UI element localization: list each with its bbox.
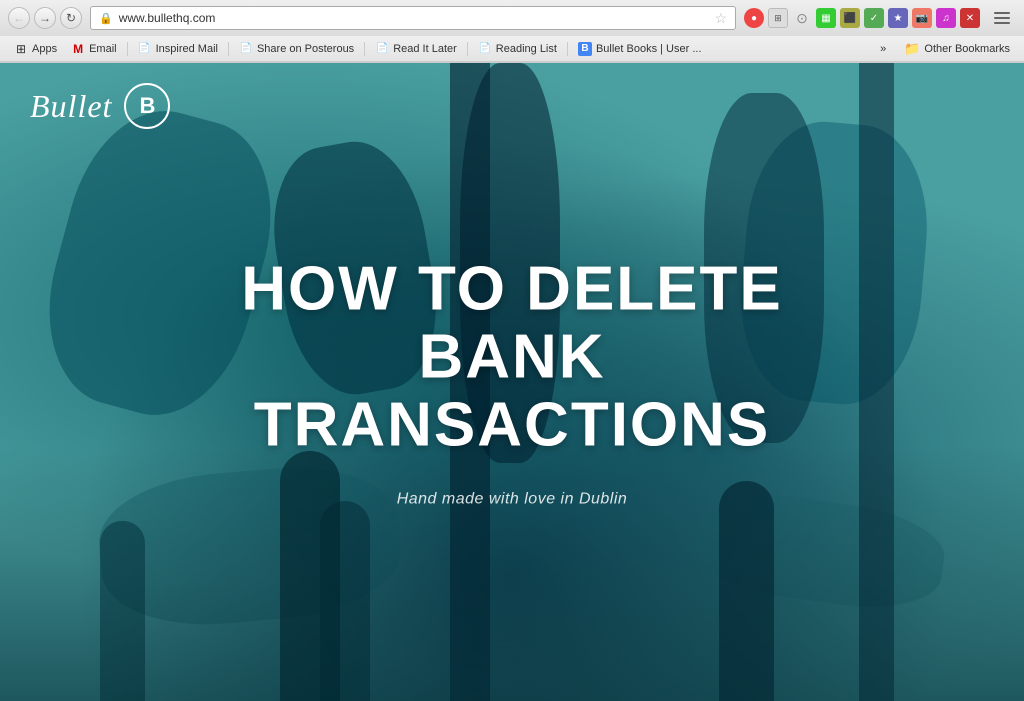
- hero-subtitle: Hand made with love in Dublin: [162, 490, 862, 508]
- divider-5: [567, 42, 568, 56]
- ext-icon-1[interactable]: ●: [744, 8, 764, 28]
- refresh-button[interactable]: ↻: [60, 7, 82, 29]
- back-button[interactable]: ←: [8, 7, 30, 29]
- hero-title: HOW TO DELETE BANK TRANSACTIONS: [162, 256, 862, 461]
- bookmarks-bar: ⊞ Apps M Email 📄 Inspired Mail 📄 Share o…: [0, 36, 1024, 62]
- ext-icon-9[interactable]: ♫: [936, 8, 956, 28]
- chrome-menu-button[interactable]: [988, 4, 1016, 32]
- bookmark-inspired-mail[interactable]: 📄 Inspired Mail: [132, 40, 224, 58]
- ext-icon-3[interactable]: ⊙: [792, 8, 812, 28]
- logo-area: Bullet B: [30, 83, 170, 129]
- gmail-icon: M: [71, 42, 85, 56]
- divider-4: [467, 42, 468, 56]
- bookmark-apps-label: Apps: [32, 43, 57, 55]
- divider-2: [228, 42, 229, 56]
- browser-top-bar: ← → ↻ 🔒 www.bullethq.com ☆ ● ⊞ ⊙ ▦ ⬛ ✓ ★…: [0, 0, 1024, 36]
- bookmark-other[interactable]: 📁 Other Bookmarks: [898, 39, 1016, 59]
- bookmark-email[interactable]: M Email: [65, 40, 123, 58]
- bookmark-star[interactable]: ☆: [714, 10, 727, 27]
- bookmark-apps[interactable]: ⊞ Apps: [8, 40, 63, 58]
- hero-content: HOW TO DELETE BANK TRANSACTIONS Hand mad…: [162, 256, 862, 509]
- page-icon-4: 📄: [478, 42, 492, 56]
- other-bookmarks-label: Other Bookmarks: [924, 43, 1010, 55]
- logo-letter: B: [139, 93, 155, 119]
- apps-icon: ⊞: [14, 42, 28, 56]
- ext-icon-5[interactable]: ⬛: [840, 8, 860, 28]
- browser-chrome: ← → ↻ 🔒 www.bullethq.com ☆ ● ⊞ ⊙ ▦ ⬛ ✓ ★…: [0, 0, 1024, 63]
- url-display: www.bullethq.com: [119, 11, 709, 25]
- bookmark-reading-list-label: Reading List: [496, 43, 557, 55]
- forward-button[interactable]: →: [34, 7, 56, 29]
- logo-circle: B: [124, 83, 170, 129]
- ext-icon-10[interactable]: ✕: [960, 8, 980, 28]
- bookmarks-more-button[interactable]: »: [876, 41, 890, 57]
- ext-icon-6[interactable]: ✓: [864, 8, 884, 28]
- bookmark-email-label: Email: [89, 43, 117, 55]
- bookmark-inspired-mail-label: Inspired Mail: [156, 43, 218, 55]
- page-icon-2: 📄: [239, 42, 253, 56]
- website-content: Bullet B HOW TO DELETE BANK TRANSACTIONS…: [0, 63, 1024, 701]
- bookmark-posterous-label: Share on Posterous: [257, 43, 354, 55]
- bookmark-bullet-books[interactable]: B Bullet Books | User ...: [572, 40, 708, 58]
- bookmark-read-later[interactable]: 📄 Read It Later: [369, 40, 463, 58]
- page-icon-1: 📄: [138, 42, 152, 56]
- page-icon-3: 📄: [375, 42, 389, 56]
- ext-icon-2[interactable]: ⊞: [768, 8, 788, 28]
- ssl-icon: 🔒: [99, 12, 113, 25]
- bookmark-posterous[interactable]: 📄 Share on Posterous: [233, 40, 360, 58]
- divider-1: [127, 42, 128, 56]
- ext-icon-7[interactable]: ★: [888, 8, 908, 28]
- ext-icon-4[interactable]: ▦: [816, 8, 836, 28]
- bullet-icon: B: [578, 42, 592, 56]
- toolbar-icons: ● ⊞ ⊙ ▦ ⬛ ✓ ★ 📷 ♫ ✕: [744, 4, 1016, 32]
- divider-3: [364, 42, 365, 56]
- bookmark-reading-list[interactable]: 📄 Reading List: [472, 40, 563, 58]
- nav-buttons: ← → ↻: [8, 7, 82, 29]
- address-bar[interactable]: 🔒 www.bullethq.com ☆: [90, 6, 736, 30]
- bookmark-read-later-label: Read It Later: [393, 43, 457, 55]
- site-navigation: Bullet B: [0, 63, 1024, 149]
- logo-text: Bullet: [30, 88, 112, 125]
- bookmark-bullet-label: Bullet Books | User ...: [596, 43, 702, 55]
- folder-icon: 📁: [904, 41, 920, 57]
- ext-icon-8[interactable]: 📷: [912, 8, 932, 28]
